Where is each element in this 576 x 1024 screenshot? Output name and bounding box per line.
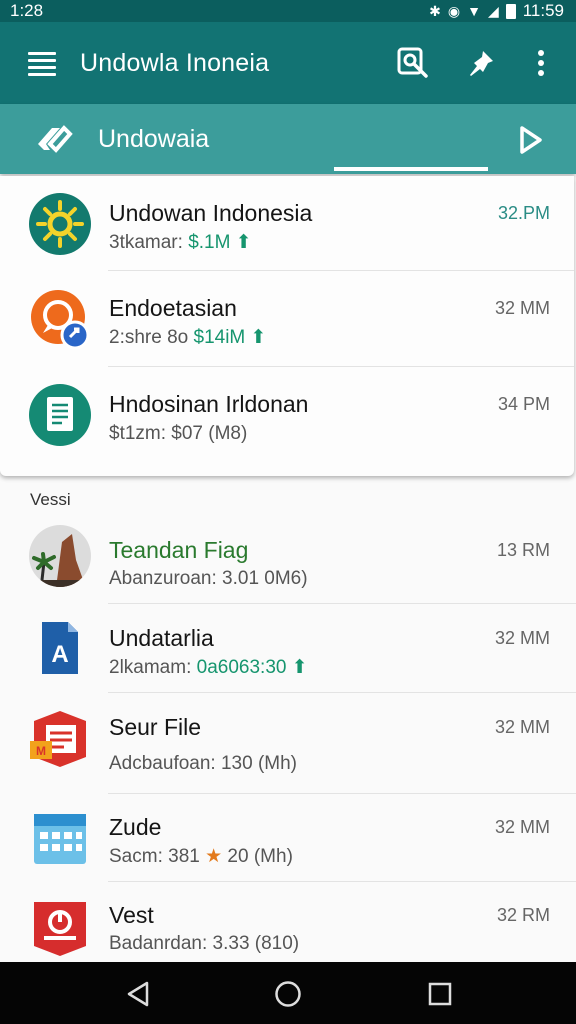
item-title: Teandan Fiag: [109, 537, 249, 563]
svg-text:A: A: [51, 641, 68, 668]
star-icon: ★: [205, 846, 223, 867]
landscape-app-icon: [28, 524, 92, 588]
item-subtitle: 2:shre 8o $14iM ⬆: [109, 327, 267, 348]
status-clock: 11:59: [522, 1, 564, 20]
item-title: Seur File: [109, 714, 202, 740]
item-subtitle: 3tkamar: $.1M ⬆: [109, 232, 252, 253]
pin-icon[interactable]: [464, 46, 498, 80]
back-icon[interactable]: [123, 979, 153, 1009]
alarm-icon: ◉: [447, 3, 461, 19]
signal-icon: ◢: [487, 3, 499, 19]
bluetooth-icon: ✱: [429, 3, 441, 19]
item-subtitle: $t1zm: $07 (M8): [109, 423, 248, 444]
status-bar: 1:28 ✱ ◉ ▼ ◢ 11:59: [0, 0, 576, 22]
section-header: Vessi: [30, 490, 71, 509]
item-time: 32 MM: [494, 717, 550, 737]
item-time: 32 MM: [494, 628, 550, 648]
item-time: 13 RM: [496, 540, 550, 560]
item-time: 32 MM: [494, 298, 550, 318]
item-time: 32 MM: [494, 817, 550, 837]
item-subtitle: Adcbaufoan: 130 (Mh): [109, 753, 298, 774]
menu-icon[interactable]: [28, 52, 56, 76]
item-time: 32.PM: [497, 203, 550, 223]
item-subtitle: Abanzuroan: 3.01 0M6): [109, 568, 308, 589]
document-app-icon: [28, 383, 92, 447]
document-blue-app-icon: A: [28, 616, 92, 680]
item-subtitle: Sacm: 381 ★ 20 (Mh): [109, 846, 293, 867]
calendar-app-icon: [28, 806, 92, 870]
item-title: Undowan Indonesia: [109, 200, 313, 226]
item-title: Hndosinan Irldonan: [109, 391, 309, 417]
file-red-app-icon: M: [28, 707, 92, 771]
app-bar: Undowla Inoneia: [0, 22, 576, 104]
wifi-icon: ▼: [467, 3, 481, 19]
tab-undowaia[interactable]: Undowaia: [98, 125, 209, 154]
item-subtitle: Badanrdan: 3.33 (810): [109, 933, 300, 954]
recents-icon[interactable]: [425, 979, 455, 1009]
item-time: 32 RM: [496, 905, 550, 925]
home-icon[interactable]: [273, 979, 303, 1009]
search-icon[interactable]: [396, 46, 430, 80]
pinned-card: Undowan Indonesia 3tkamar: $.1M ⬆ 32.PM …: [0, 176, 574, 476]
red-doc-app-icon: [28, 894, 92, 958]
chat-app-icon: [28, 287, 92, 351]
tab-indicator: [334, 167, 488, 171]
tag-icon: [36, 122, 74, 156]
status-time: 1:28: [10, 1, 44, 20]
up-icon: ⬆: [235, 232, 252, 253]
sun-app-icon: [28, 192, 92, 256]
battery-icon: [505, 3, 516, 19]
item-title: Undatarlia: [109, 625, 214, 651]
tab-bar: Undowaia: [0, 104, 576, 174]
item-time: 34 PM: [497, 394, 550, 414]
item-subtitle: 2lkamam: 0a6063:30 ⬆: [109, 657, 308, 678]
more-vert-icon[interactable]: [524, 46, 558, 80]
item-title: Zude: [109, 814, 162, 840]
navigation-bar: [0, 962, 576, 1024]
up-icon: ⬆: [250, 327, 267, 348]
svg-text:M: M: [36, 744, 46, 758]
item-title: Vest: [109, 902, 154, 928]
app-title: Undowla Inoneia: [80, 49, 270, 77]
play-icon[interactable]: [512, 122, 548, 158]
up-icon: ⬆: [291, 657, 308, 678]
item-title: Endoetasian: [109, 295, 237, 321]
